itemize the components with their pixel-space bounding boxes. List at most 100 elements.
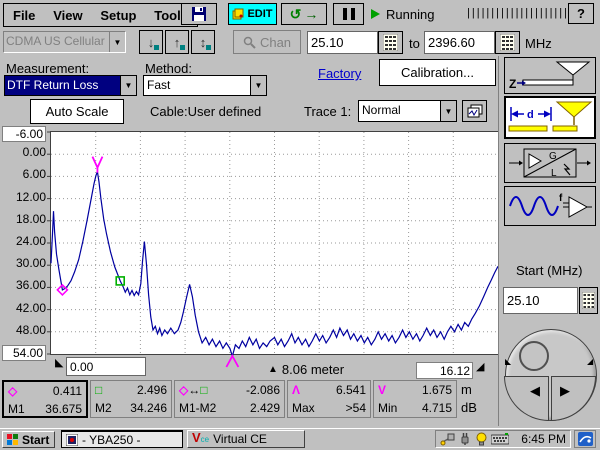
menu-file[interactable]: File: [13, 8, 35, 23]
y-axis-label: 48.00: [0, 323, 46, 337]
scale-min-field[interactable]: 54.00: [2, 345, 46, 361]
start-button[interactable]: Start: [2, 431, 55, 448]
chevron-down-icon: ▼: [250, 76, 266, 95]
wheel-knob[interactable]: [519, 341, 549, 371]
calibration-button[interactable]: Calibration...: [379, 59, 496, 86]
keyboard-icon[interactable]: [491, 433, 509, 445]
numeric-keypad-icon: [500, 34, 515, 51]
y-axis-label: 0.00: [0, 145, 46, 159]
start-frequency-keypad-button[interactable]: [378, 31, 403, 54]
channel-step-updown-button[interactable]: ↕: [191, 30, 215, 54]
wheel-left-button[interactable]: ◀: [504, 376, 549, 421]
menu-view[interactable]: View: [53, 8, 82, 23]
edit-button[interactable]: EDIT: [228, 3, 277, 25]
svg-text:f: f: [559, 193, 563, 204]
edit-pages-icon: [232, 8, 244, 20]
marker-Max: [226, 356, 238, 367]
start-mhz-field[interactable]: 25.10: [503, 287, 578, 314]
stop-frequency-field[interactable]: 2396.60: [424, 31, 495, 54]
y-axis-label: 30.00: [0, 256, 46, 270]
running-play-icon: [371, 9, 380, 19]
x-center-marker: ▲ 8.06 meter: [268, 362, 344, 377]
chevron-down-icon: ▼: [120, 76, 136, 95]
start-frequency-value: 25.10: [311, 35, 344, 50]
measure-gain-loss-button[interactable]: G L: [504, 143, 596, 183]
impedance-antenna-icon: Z: [507, 60, 593, 91]
measurement-value: DTF Return Loss: [5, 76, 120, 95]
x-start-field[interactable]: 0.00: [66, 357, 146, 376]
autoscale-button[interactable]: Auto Scale: [30, 99, 124, 124]
right-arrow-icon: ▶: [560, 383, 570, 399]
factory-link[interactable]: Factory: [318, 66, 361, 81]
marker-readout-max[interactable]: Λ6.541 Max>54: [287, 380, 371, 418]
channel-step-up-button[interactable]: ↑: [165, 30, 189, 54]
measurement-label: Measurement:: [6, 61, 89, 76]
stop-frequency-keypad-button[interactable]: [495, 31, 520, 54]
marker-readout-min[interactable]: V1.675 Min4.715: [373, 380, 457, 418]
virtual-ce-tray-button[interactable]: [574, 430, 596, 448]
x-start-handle-icon[interactable]: ◣: [55, 356, 63, 369]
y-axis-label: 12.00: [0, 190, 46, 204]
marker-readout-delta[interactable]: ◇↔□ -2.086 M1-M22.429: [174, 380, 285, 418]
menu-setup[interactable]: Setup: [100, 8, 136, 23]
running-progress-bars: |||||||||||||||||||||: [467, 7, 569, 19]
unit-bottom-label: dB: [461, 400, 477, 415]
y-axis-label: 24.00: [0, 234, 46, 248]
trace-label: Trace 1:: [304, 104, 351, 119]
trace-display-button[interactable]: [462, 100, 487, 122]
measure-signal-source-button[interactable]: f: [504, 186, 596, 226]
help-button[interactable]: ?: [568, 3, 594, 24]
save-button[interactable]: [181, 3, 217, 25]
circular-arrow-icon: ↺: [290, 8, 302, 20]
marker-name: Min: [378, 401, 397, 415]
y-axis-label: 18.00: [0, 212, 46, 226]
up-triangle-icon: ▲: [268, 364, 278, 375]
svg-text:G: G: [549, 151, 557, 162]
system-tray: 6:45 PM: [435, 430, 571, 448]
min-marker-icon: V: [378, 383, 386, 397]
x-end-field[interactable]: 16.12: [416, 362, 473, 379]
marker-readout-m2[interactable]: □2.496 M234.246: [90, 380, 172, 418]
magnifier-icon: [243, 36, 256, 49]
start-frequency-field[interactable]: 25.10: [307, 31, 378, 54]
marker-name: M1-M2: [179, 401, 216, 415]
edit-button-label: EDIT: [247, 8, 272, 20]
channel-table-dropdown[interactable]: CDMA US Cellular ▼: [3, 31, 126, 53]
task-button-yba250[interactable]: - YBA250 -: [61, 430, 183, 448]
gain-loss-amplifier-icon: G L: [507, 146, 593, 180]
power-plug-icon[interactable]: [458, 432, 472, 446]
start-mhz-label: Start (MHz): [516, 263, 582, 278]
windows-logo-icon: [7, 434, 18, 445]
running-status-label: Running: [386, 7, 434, 22]
marker-readout-m1[interactable]: ◇0.411 M136.675: [2, 380, 88, 418]
left-arrow-icon: ◀: [530, 383, 540, 399]
x-end-handle-icon[interactable]: ◢: [476, 360, 484, 373]
marker-name: M1: [8, 402, 25, 416]
measure-dtf-button[interactable]: d: [504, 96, 596, 139]
measurement-dropdown[interactable]: DTF Return Loss ▼: [4, 75, 137, 96]
network-sync-icon[interactable]: [440, 432, 455, 446]
sweep-restart-button[interactable]: ↺ →: [281, 3, 327, 25]
chevron-down-icon: ▼: [109, 32, 125, 52]
frequency-unit-label: MHz: [525, 36, 552, 51]
pause-button[interactable]: [333, 3, 364, 25]
lightbulb-icon[interactable]: [475, 432, 488, 446]
unit-top-label: m: [461, 382, 472, 397]
wheel-right-button[interactable]: ▶: [551, 376, 596, 421]
channel-step-down-button[interactable]: ↓: [139, 30, 163, 54]
channel-table-value: CDMA US Cellular: [4, 32, 109, 52]
start-mhz-keypad-button[interactable]: [579, 287, 598, 314]
clock[interactable]: 6:45 PM: [521, 432, 566, 446]
chan-button[interactable]: Chan: [233, 30, 301, 54]
y-axis-label: 6.00: [0, 167, 46, 181]
method-dropdown[interactable]: Fast ▼: [143, 75, 267, 96]
trace-mode-dropdown[interactable]: Normal ▼: [358, 100, 457, 122]
scale-max-field[interactable]: -6.00: [2, 126, 46, 142]
pen-mark-icon: [154, 45, 159, 50]
task-button-virtual-ce[interactable]: Vce Virtual CE: [187, 430, 305, 448]
svg-text:Z: Z: [509, 77, 516, 91]
to-label: to: [409, 36, 420, 51]
measure-impedance-button[interactable]: Z: [504, 57, 596, 94]
dtf-trace-plot: [50, 131, 499, 355]
yba250-analyzer-window: File View Setup Tools EDIT ↺ → Running |…: [0, 0, 600, 450]
